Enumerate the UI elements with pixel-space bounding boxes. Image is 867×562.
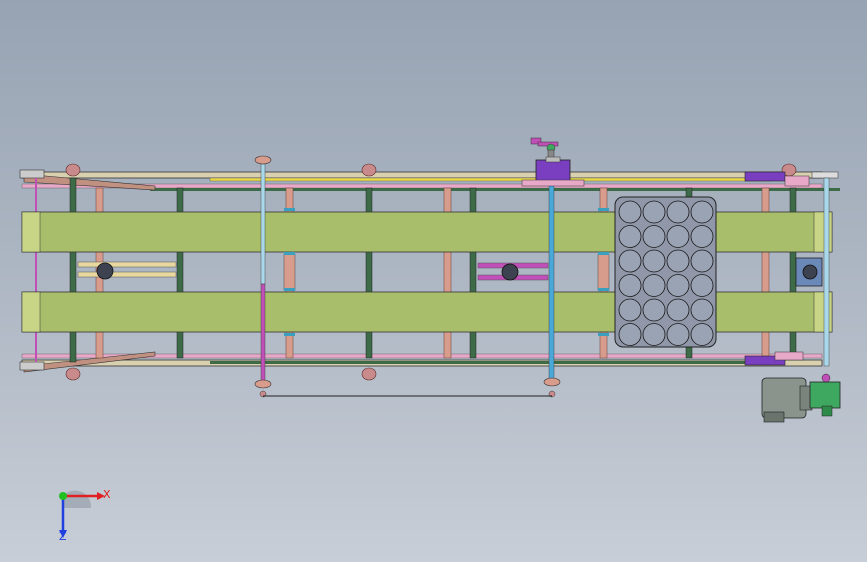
grid-circle (690, 249, 714, 273)
grid-circle (666, 249, 690, 273)
grid-circle (642, 274, 666, 297)
x-axis-label: X (103, 488, 111, 501)
grid-circle (642, 225, 666, 248)
grid-circle (690, 200, 714, 224)
grid-circle (642, 249, 666, 273)
grid-circle (642, 323, 666, 346)
grid-circle (618, 323, 642, 346)
z-axis-label: Z (59, 530, 67, 543)
bottle-grid-plate[interactable] (614, 196, 717, 348)
middle-tensioner[interactable] (477, 262, 549, 281)
right-bearing-block[interactable] (795, 257, 823, 287)
grid-circle (666, 298, 690, 322)
grid-circle (666, 200, 690, 224)
grid-circle (618, 200, 642, 224)
grid-circle (618, 298, 642, 322)
right-end-shaft[interactable] (823, 177, 830, 367)
grid-circle (666, 274, 690, 297)
drive-motor[interactable] (761, 377, 813, 423)
grid-circle (618, 249, 642, 273)
grid-circle (690, 323, 714, 346)
grid-circle (642, 298, 666, 322)
grid-circle (618, 274, 642, 297)
grid-circle (690, 274, 714, 297)
grid-circle (666, 225, 690, 248)
clamp-handle[interactable] (530, 137, 559, 159)
grid-circle (618, 225, 642, 248)
conveyor-assembly-drawing (19, 137, 841, 423)
gearbox[interactable] (809, 373, 841, 417)
grid-circle (690, 225, 714, 248)
left-end-plate[interactable] (19, 169, 45, 371)
top-bracket[interactable] (521, 156, 585, 187)
y-axis-dot (59, 492, 67, 500)
grid-circle (666, 323, 690, 346)
left-tensioner[interactable] (77, 261, 177, 280)
grid-circle (642, 200, 666, 224)
cad-viewport[interactable]: X Z (0, 0, 867, 562)
grid-circle (690, 298, 714, 322)
